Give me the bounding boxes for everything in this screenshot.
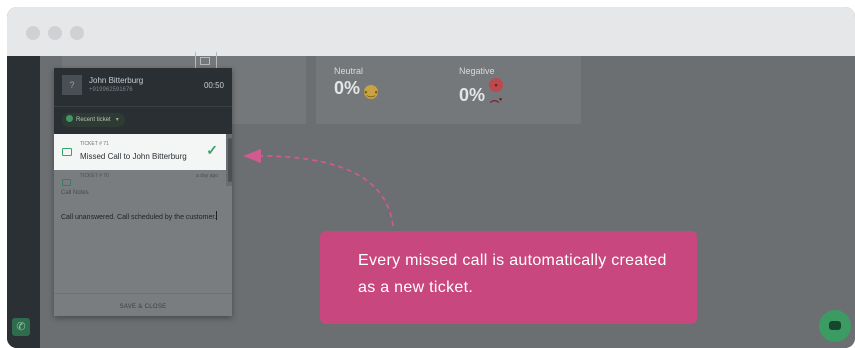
dashed-arrow-path (258, 155, 394, 227)
callout-text: Every missed call is automatically creat… (358, 252, 667, 296)
window-maximize-dot[interactable] (70, 26, 84, 40)
callout-banner: Every missed call is automatically creat… (320, 231, 697, 324)
window-close-dot[interactable] (26, 26, 40, 40)
window-titlebar (7, 7, 855, 56)
window-minimize-dot[interactable] (48, 26, 62, 40)
app-content: ✆ Neutral 0%•‿• Negative 0%•︵• ? John (7, 52, 855, 348)
browser-window: ✆ Neutral 0%•‿• Negative 0%•︵• ? John (7, 7, 855, 348)
message-icon (829, 321, 841, 330)
chat-icon[interactable] (819, 310, 851, 342)
arrow-head-icon (243, 149, 261, 163)
